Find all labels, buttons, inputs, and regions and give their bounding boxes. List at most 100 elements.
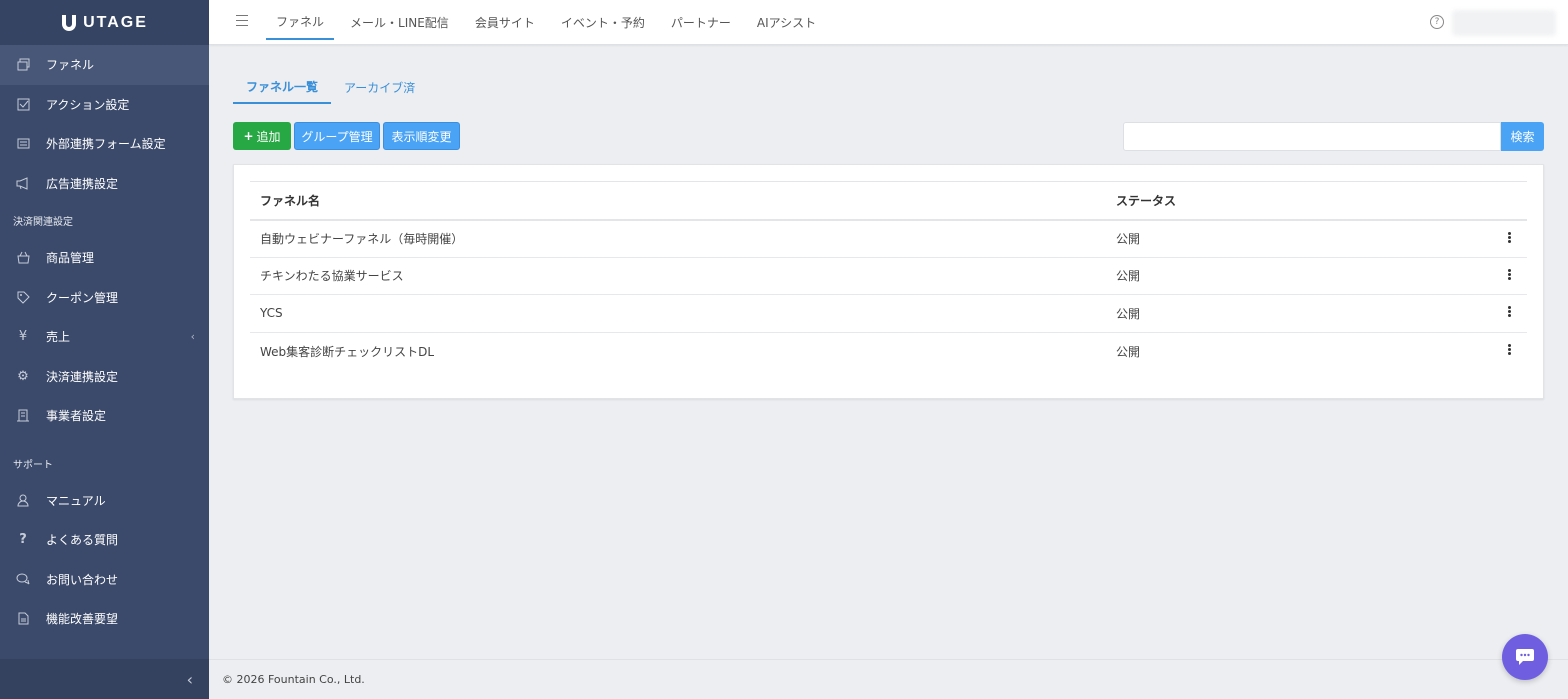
topnav-member-site[interactable]: 会員サイト (465, 4, 545, 40)
chevron-left-icon: ‹ (190, 330, 195, 344)
column-header-status: ステータス (1106, 181, 1487, 221)
document-icon (16, 612, 30, 626)
sidebar-collapse-button[interactable]: ‹ (0, 659, 209, 699)
gear-icon: ⚙ (17, 368, 29, 384)
group-management-button[interactable]: グループ管理 (294, 122, 380, 150)
sidebar-item-label: 事業者設定 (46, 409, 107, 424)
funnel-name[interactable]: Web集客診断チェックリストDL (250, 332, 1106, 370)
chat-icon (16, 572, 30, 586)
chat-support-button[interactable] (1502, 634, 1548, 680)
megaphone-icon (16, 176, 30, 190)
sidebar-item-label: 決済連携設定 (46, 369, 119, 384)
funnel-name[interactable]: YCS (250, 294, 1106, 333)
chevron-left-icon: ‹ (186, 669, 193, 689)
column-header-name: ファネル名 (250, 181, 1106, 221)
sidebar-item-label: 商品管理 (46, 251, 95, 266)
row-menu-button[interactable] (1487, 219, 1527, 258)
payment-section-heading: 決済関連設定 (13, 217, 73, 228)
sidebar-item-label: 売上 (46, 330, 71, 345)
top-navigation: ファネル メール・LINE配信 会員サイト イベント・予約 パートナー AIアシ… (266, 0, 832, 45)
top-header: ファネル メール・LINE配信 会員サイト イベント・予約 パートナー AIアシ… (209, 0, 1568, 45)
add-button-label: 追加 (256, 129, 281, 144)
sidebar-item-sales[interactable]: ¥ 売上 ‹ (0, 317, 209, 357)
search-button[interactable]: 検索 (1501, 122, 1544, 151)
sidebar-item-label: 機能改善要望 (46, 612, 119, 627)
kebab-menu-icon (1508, 231, 1511, 244)
kebab-menu-icon (1508, 305, 1511, 318)
topnav-funnel[interactable]: ファネル (266, 4, 335, 40)
funnel-tabs: ファネル一覧 アーカイブ済 (233, 70, 1544, 104)
sidebar-item-ad-integration[interactable]: 広告連携設定 (0, 164, 209, 204)
sidebar-item-label: アクション設定 (46, 97, 130, 112)
question-icon: ? (19, 532, 27, 548)
sidebar-item-faq[interactable]: ? よくある質問 (0, 520, 209, 560)
copyright-text: © 2026 Fountain Co., Ltd. (222, 673, 365, 686)
sidebar-item-label: よくある質問 (46, 533, 119, 548)
funnel-status: 公開 (1106, 294, 1487, 333)
kebab-menu-icon (1508, 268, 1511, 281)
support-section-heading: サポート (13, 459, 53, 471)
table-header-row: ファネル名 ステータス (250, 181, 1527, 221)
plus-icon: + (243, 129, 254, 143)
tab-archived[interactable]: アーカイブ済 (331, 70, 428, 104)
sidebar: UTAGE ファネル アクション設定 外部連携フォーム設定 広告連携設定 決済関… (0, 0, 209, 699)
funnel-status: 公開 (1106, 257, 1487, 295)
sidebar-item-label: マニュアル (46, 493, 106, 508)
funnel-name[interactable]: 自動ウェビナーファネル（毎時開催） (250, 219, 1106, 258)
sidebar-item-action-settings[interactable]: アクション設定 (0, 85, 209, 125)
sidebar-item-contact[interactable]: お問い合わせ (0, 560, 209, 600)
building-icon (16, 409, 30, 423)
sidebar-item-label: 外部連携フォーム設定 (46, 137, 166, 152)
sidebar-item-payment-integration[interactable]: ⚙ 決済連携設定 (0, 357, 209, 397)
funnel-icon (16, 58, 30, 72)
topnav-ai-assist[interactable]: AIアシスト (747, 4, 826, 40)
sidebar-item-feature-request[interactable]: 機能改善要望 (0, 599, 209, 639)
table-row[interactable]: チキンわたる協業サービス 公開 (250, 257, 1527, 295)
sidebar-item-products[interactable]: 商品管理 (0, 238, 209, 278)
row-menu-button[interactable] (1487, 257, 1527, 295)
display-order-button[interactable]: 表示順変更 (383, 122, 460, 150)
hamburger-menu-icon[interactable] (236, 15, 248, 27)
user-menu[interactable] (1452, 10, 1556, 36)
kebab-menu-icon (1508, 343, 1511, 356)
tag-icon (16, 290, 30, 304)
row-menu-button[interactable] (1487, 332, 1527, 370)
add-button[interactable]: + 追加 (233, 122, 291, 150)
tab-funnel-list[interactable]: ファネル一覧 (233, 70, 332, 104)
yen-icon: ¥ (18, 329, 28, 345)
sidebar-item-label: ファネル (46, 58, 95, 73)
user-icon (16, 493, 30, 507)
topnav-partner[interactable]: パートナー (661, 4, 741, 40)
table-row[interactable]: 自動ウェビナーファネル（毎時開催） 公開 (250, 219, 1527, 258)
main-content: ファネル一覧 アーカイブ済 + 追加 グループ管理 表示順変更 検索 ファネル名… (233, 70, 1544, 399)
sidebar-item-coupons[interactable]: クーポン管理 (0, 278, 209, 318)
sidebar-item-label: クーポン管理 (46, 290, 119, 305)
help-icon[interactable]: ? (1430, 15, 1444, 29)
sidebar-item-external-form[interactable]: 外部連携フォーム設定 (0, 124, 209, 164)
column-header-actions (1487, 181, 1527, 221)
funnel-name[interactable]: チキンわたる協業サービス (250, 257, 1106, 295)
brand-name: UTAGE (83, 13, 148, 31)
toolbar: + 追加 グループ管理 表示順変更 検索 (233, 122, 1544, 152)
footer: © 2026 Fountain Co., Ltd. (209, 659, 1568, 699)
sidebar-item-funnel[interactable]: ファネル (0, 45, 209, 85)
funnel-status: 公開 (1106, 219, 1487, 258)
brand-logo[interactable]: UTAGE (0, 0, 209, 45)
topnav-event-booking[interactable]: イベント・予約 (551, 4, 655, 40)
sidebar-item-business-settings[interactable]: 事業者設定 (0, 396, 209, 436)
row-menu-button[interactable] (1487, 294, 1527, 333)
table-row[interactable]: YCS 公開 (250, 294, 1527, 333)
sidebar-item-manual[interactable]: マニュアル (0, 481, 209, 521)
funnel-status: 公開 (1116, 344, 1141, 359)
form-icon (16, 137, 30, 151)
utage-logo-icon (62, 14, 77, 31)
checkbox-icon (16, 97, 30, 111)
topnav-mail-line[interactable]: メール・LINE配信 (340, 4, 459, 40)
funnel-table-card: ファネル名 ステータス 自動ウェビナーファネル（毎時開催） 公開 チキンわたる協… (233, 164, 1544, 399)
funnel-table: ファネル名 ステータス 自動ウェビナーファネル（毎時開催） 公開 チキンわたる協… (250, 181, 1527, 370)
chat-bubble-icon (1516, 649, 1534, 665)
sidebar-item-label: お問い合わせ (46, 572, 119, 587)
sidebar-item-label: 広告連携設定 (46, 176, 119, 191)
table-row[interactable]: Web集客診断チェックリストDL 公開 (250, 332, 1527, 370)
search-input[interactable] (1123, 122, 1501, 151)
